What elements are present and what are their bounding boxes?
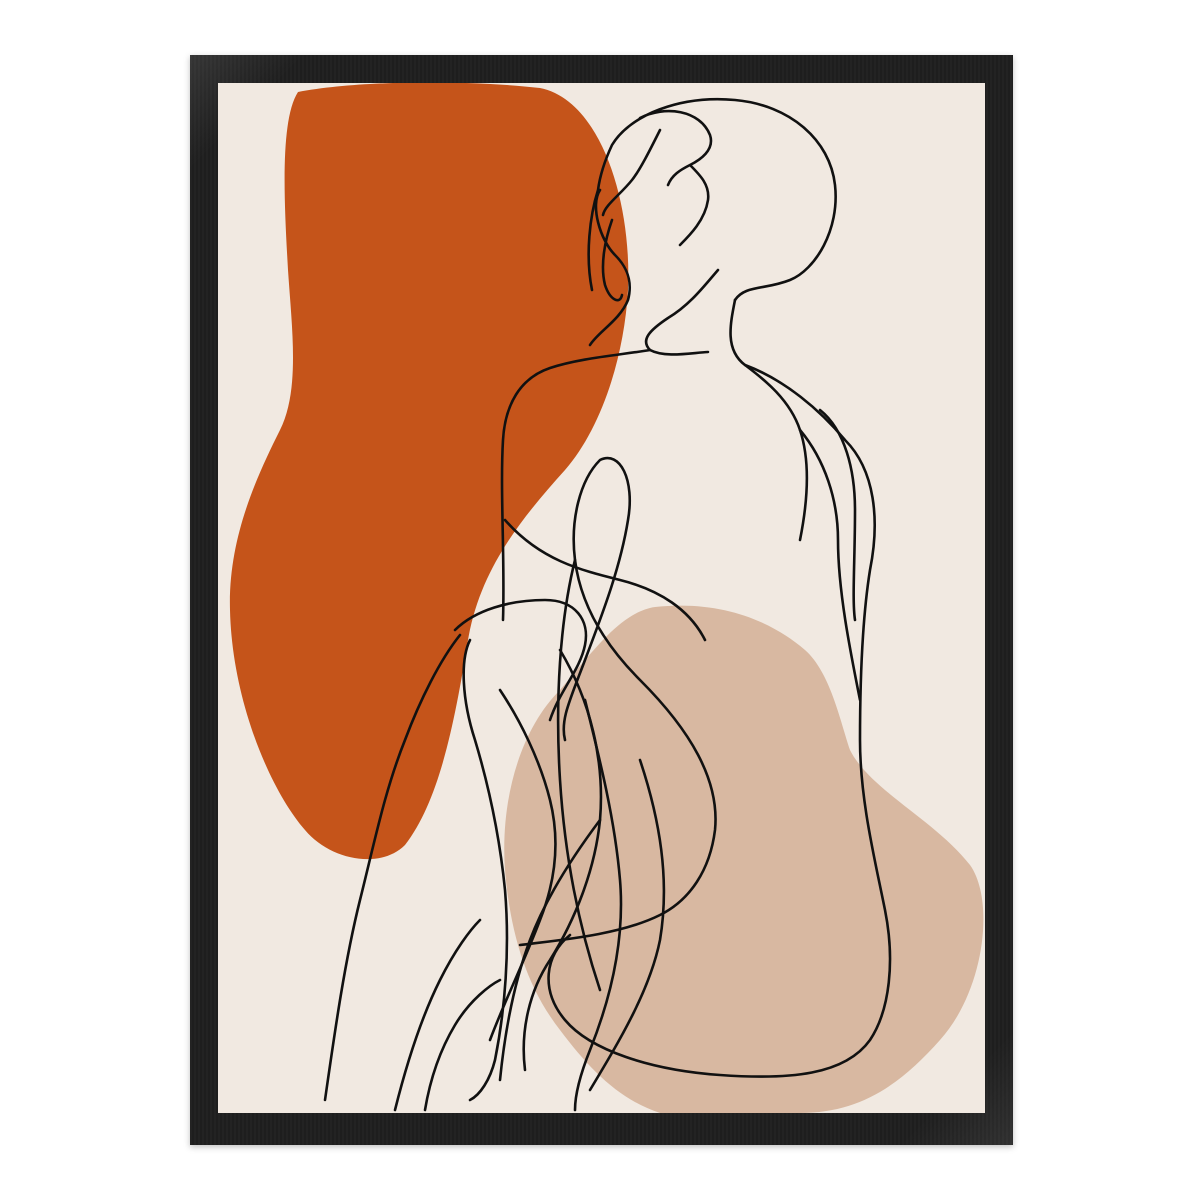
artwork-svg	[218, 83, 985, 1113]
art-print	[218, 83, 985, 1113]
framed-print	[0, 0, 1200, 1200]
